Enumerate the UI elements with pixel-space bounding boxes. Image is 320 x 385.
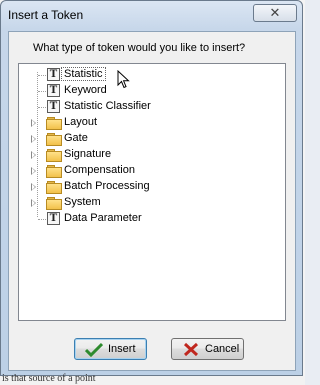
checkmark-icon — [85, 342, 103, 357]
tree-item[interactable]: T Data Parameter — [19, 211, 285, 227]
tree-connector — [38, 107, 46, 108]
tree-item[interactable]: Gate — [19, 131, 285, 147]
tree-item[interactable]: T Keyword — [19, 83, 285, 99]
dialog-title: Insert a Token — [8, 8, 84, 22]
tree-item[interactable]: Compensation — [19, 163, 285, 179]
tree-item-label: Batch Processing — [64, 180, 150, 192]
selected-item-label: Statistic — [61, 67, 106, 81]
background-text-strip: is that source of a point — [0, 373, 305, 385]
tree-item-label: Gate — [64, 132, 88, 144]
token-icon: T — [47, 84, 60, 97]
insert-button-label: Insert — [108, 343, 136, 355]
tree-item-label: Layout — [64, 116, 98, 128]
tree-item-label: Signature — [64, 148, 112, 160]
expand-arrow-icon[interactable] — [31, 119, 36, 127]
title-bar: Insert a Token ✕ — [1, 1, 302, 31]
close-icon: ✕ — [269, 5, 281, 20]
token-icon: T — [47, 100, 60, 113]
expand-arrow-icon[interactable] — [31, 183, 36, 191]
tree-item[interactable]: T Statistic — [19, 67, 285, 83]
expand-arrow-icon[interactable] — [31, 135, 36, 143]
dialog-body: What type of token would you like to ins… — [8, 31, 296, 371]
folder-icon — [46, 149, 62, 162]
cancel-x-icon — [183, 342, 199, 357]
expand-arrow-icon[interactable] — [31, 199, 36, 207]
folder-icon — [46, 133, 62, 146]
cancel-button[interactable]: Cancel — [171, 338, 244, 360]
tree-item-label: Statistic — [61, 67, 106, 81]
tree-item[interactable]: Layout — [19, 115, 285, 131]
tree-item-label: Data Parameter — [64, 212, 142, 224]
expand-arrow-icon[interactable] — [31, 167, 36, 175]
tree-connector — [38, 75, 46, 76]
insert-button[interactable]: Insert — [74, 338, 147, 360]
token-icon: T — [47, 212, 60, 225]
folder-icon — [46, 181, 62, 194]
tree-connector — [38, 91, 46, 92]
insert-token-dialog: Insert a Token ✕ What type of token woul… — [0, 0, 303, 376]
tree-item[interactable]: Signature — [19, 147, 285, 163]
folder-icon — [46, 165, 62, 178]
token-tree[interactable]: T Statistic T Keyword T Statistic Classifier L… — [18, 63, 286, 321]
close-button[interactable]: ✕ — [253, 4, 297, 22]
cancel-button-label: Cancel — [205, 343, 240, 355]
background-text: is that source of a point — [2, 373, 96, 384]
folder-icon — [46, 197, 62, 210]
tree-item[interactable]: Batch Processing — [19, 179, 285, 195]
tree-item[interactable]: System — [19, 195, 285, 211]
tree-item-label: Keyword — [64, 84, 107, 96]
tree-item-label: Statistic Classifier — [64, 100, 151, 112]
tree-item[interactable]: T Statistic Classifier — [19, 99, 285, 115]
prompt-text: What type of token would you like to ins… — [33, 42, 246, 54]
tree-item-label: System — [64, 196, 101, 208]
tree-connector — [38, 219, 46, 220]
expand-arrow-icon[interactable] — [31, 151, 36, 159]
folder-icon — [46, 117, 62, 130]
token-icon: T — [47, 68, 60, 81]
tree-item-label: Compensation — [64, 164, 135, 176]
